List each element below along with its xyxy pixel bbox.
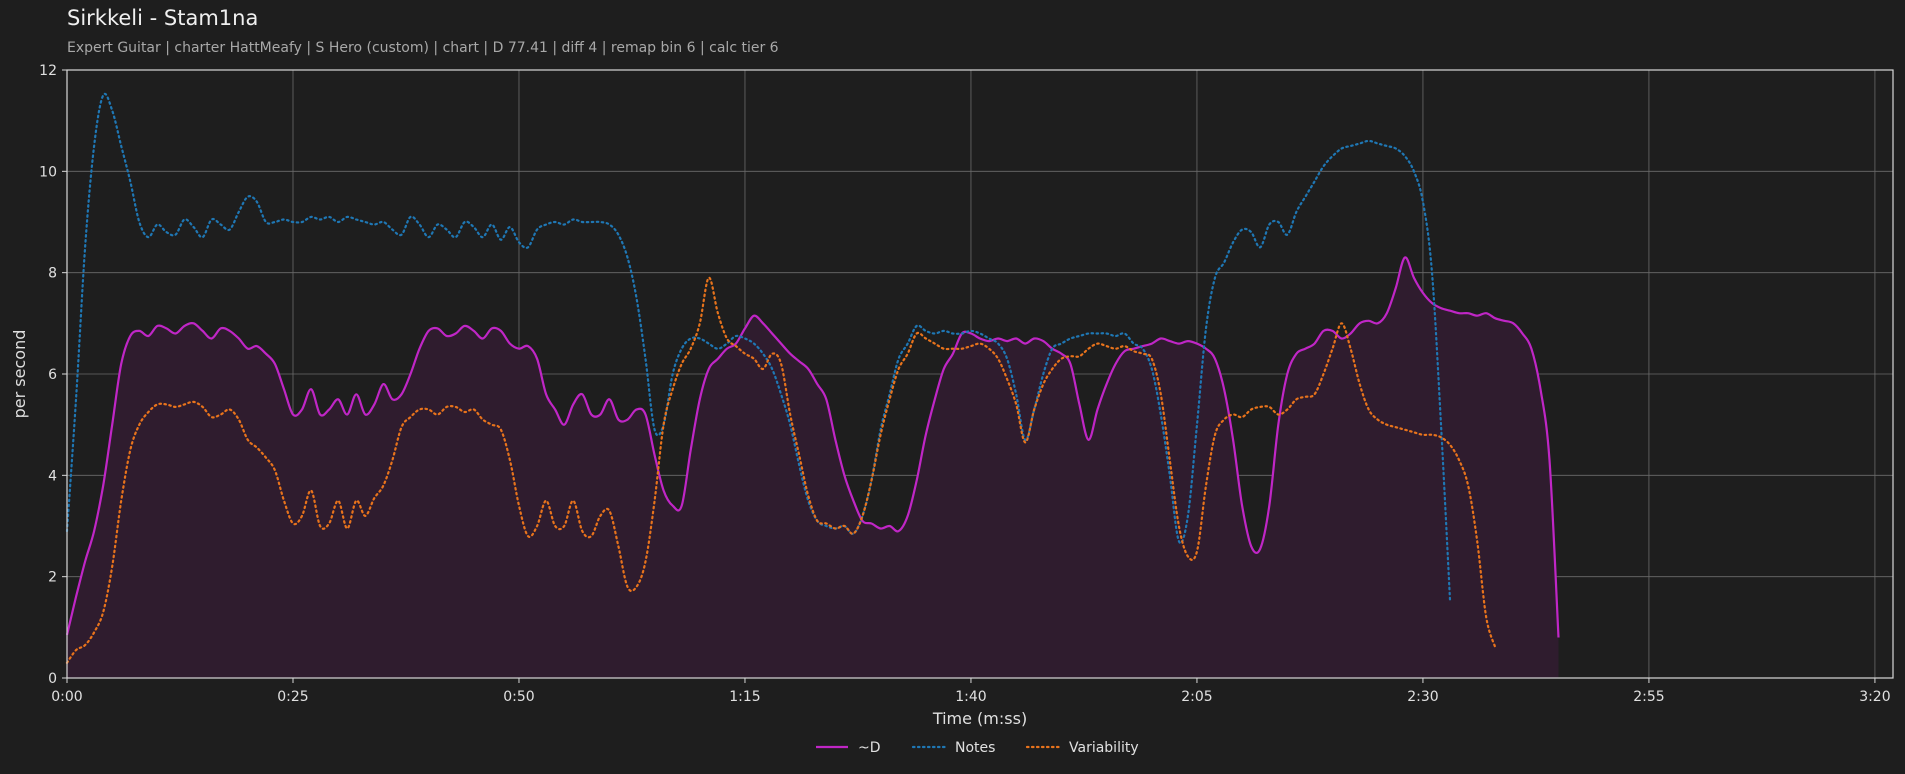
y-tick-label: 4 bbox=[48, 468, 57, 484]
y-axis-ticks: 0 2 4 6 8 10 12 bbox=[39, 63, 67, 687]
legend-label-notes: Notes bbox=[955, 740, 995, 756]
y-tick-label: 10 bbox=[39, 164, 57, 180]
legend: ~D Notes Variability bbox=[816, 740, 1139, 756]
x-tick-label: 1:40 bbox=[955, 689, 986, 705]
legend-label-d: ~D bbox=[858, 740, 881, 756]
y-tick-label: 8 bbox=[48, 266, 57, 282]
y-tick-label: 0 bbox=[48, 671, 57, 687]
legend-label-variability: Variability bbox=[1069, 740, 1139, 756]
x-tick-label: 0:00 bbox=[51, 689, 82, 705]
x-tick-label: 3:20 bbox=[1859, 689, 1890, 705]
x-tick-label: 0:50 bbox=[503, 689, 534, 705]
x-tick-label: 2:55 bbox=[1633, 689, 1664, 705]
line-chart: 0:00 0:25 0:50 1:15 1:40 2:05 2:30 2:55 3:20 0 2 4… bbox=[10, 63, 1894, 756]
x-axis-label: Time (m:ss) bbox=[932, 709, 1027, 728]
x-tick-label: 2:30 bbox=[1407, 689, 1438, 705]
y-axis-label: per second bbox=[10, 330, 29, 419]
x-axis-ticks: 0:00 0:25 0:50 1:15 1:40 2:05 2:30 2:55 3:20 bbox=[51, 678, 1891, 705]
y-tick-label: 6 bbox=[48, 367, 57, 383]
x-tick-label: 0:25 bbox=[277, 689, 308, 705]
series-area-d bbox=[67, 257, 1559, 678]
y-tick-label: 2 bbox=[48, 570, 57, 586]
area-layer bbox=[67, 257, 1559, 678]
x-tick-label: 1:15 bbox=[729, 689, 760, 705]
x-tick-label: 2:05 bbox=[1181, 689, 1212, 705]
y-tick-label: 12 bbox=[39, 63, 57, 79]
